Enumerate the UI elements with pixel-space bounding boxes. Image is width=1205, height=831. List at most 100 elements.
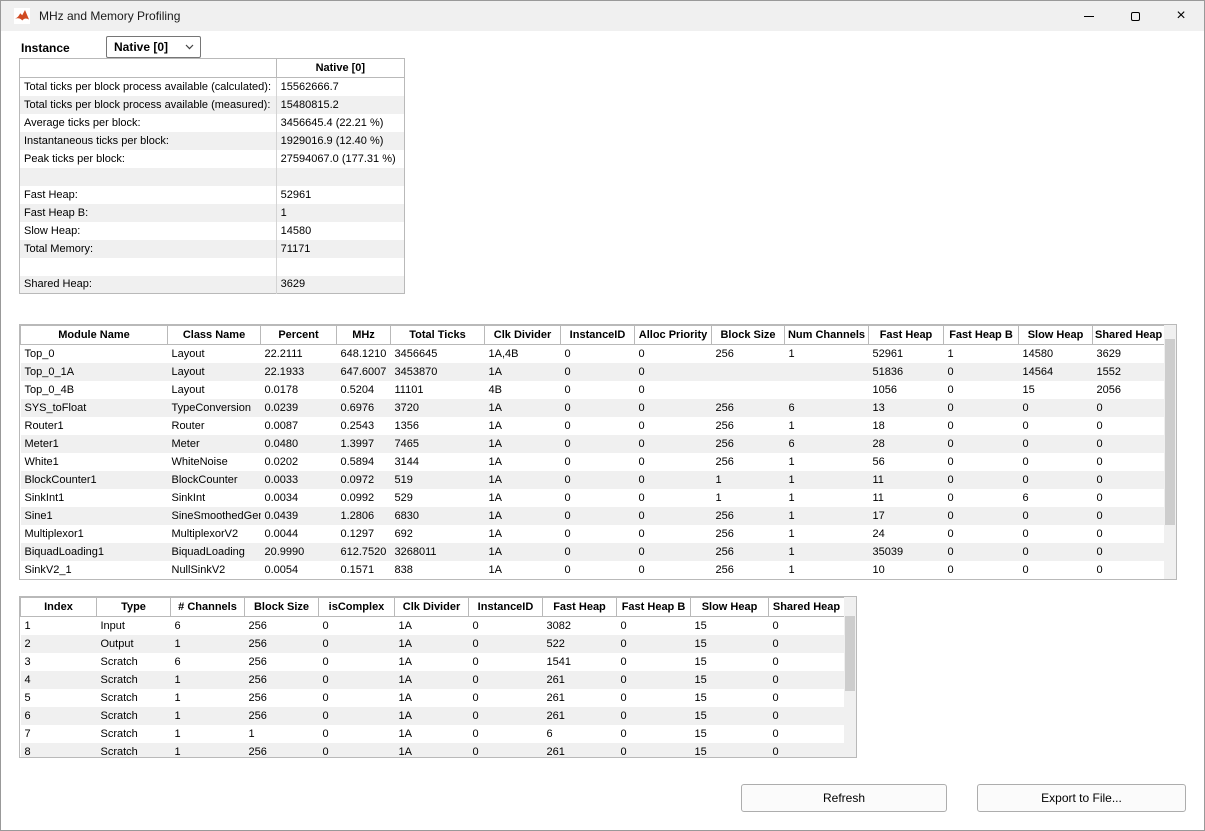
table-row[interactable]: BlockCounter1BlockCounter0.00330.0972519… (21, 471, 1165, 489)
table-cell: 1 (785, 525, 869, 543)
table-cell: 0 (635, 345, 712, 363)
table-cell: Peak ticks per block: (20, 150, 277, 168)
table-cell: 1.3997 (337, 435, 391, 453)
table-cell: 1A (395, 635, 469, 653)
table-cell: 24 (869, 525, 944, 543)
table-row[interactable]: SinkInt1SinkInt0.00340.09925291A00111106… (21, 489, 1165, 507)
table-row[interactable]: 2Output125601A05220150 (21, 635, 845, 653)
table-cell: 0 (617, 635, 691, 653)
table-cell: 0.0034 (261, 489, 337, 507)
table-row[interactable]: 7Scratch1101A060150 (21, 725, 845, 743)
table-cell: 0.2543 (337, 417, 391, 435)
table-cell: 0 (635, 435, 712, 453)
table-row[interactable]: Slow Heap:14580 (20, 222, 405, 240)
table-cell: 0 (319, 671, 395, 689)
table-row[interactable]: Router1Router0.00870.254313561A002561180… (21, 417, 1165, 435)
table-row[interactable]: Meter1Meter0.04801.399774651A00256628000 (21, 435, 1165, 453)
table-cell: 0 (769, 617, 845, 635)
table-cell: 519 (391, 471, 485, 489)
table-cell: 0.0439 (261, 507, 337, 525)
table-cell: 0 (769, 743, 845, 759)
table-row[interactable]: SinkV2_1NullSinkV20.00540.15718381A00256… (21, 561, 1165, 579)
table-cell: Total ticks per block process available … (20, 96, 277, 114)
table-cell (712, 381, 785, 399)
table-cell: 6 (543, 725, 617, 743)
table-cell: 1 (276, 204, 404, 222)
table-cell: 1A (395, 689, 469, 707)
table-cell: 0 (561, 381, 635, 399)
table-cell: Total ticks per block process available … (20, 78, 277, 96)
table-row[interactable]: Fast Heap B:1 (20, 204, 405, 222)
app-window: { "window": { "title": "MHz and Memory P… (0, 0, 1205, 831)
table-cell: 0 (1019, 453, 1093, 471)
table-row[interactable]: 6Scratch125601A02610150 (21, 707, 845, 725)
table-row[interactable]: 4Scratch125601A02610150 (21, 671, 845, 689)
table-cell: 1 (785, 417, 869, 435)
table-row[interactable]: 5Scratch125601A02610150 (21, 689, 845, 707)
table-row[interactable]: 3Scratch625601A015410150 (21, 653, 845, 671)
table-cell: 15 (691, 653, 769, 671)
table-cell: 3 (21, 653, 97, 671)
table-cell: Shared Heap: (20, 276, 277, 294)
table-cell: 0 (1093, 561, 1165, 579)
export-to-file-button[interactable]: Export to File... (977, 784, 1186, 812)
table-cell: 1 (785, 489, 869, 507)
table-row[interactable]: Total Memory:71171 (20, 240, 405, 258)
table-cell: 0 (617, 725, 691, 743)
table-cell: 0.6976 (337, 399, 391, 417)
table-row[interactable] (20, 168, 405, 186)
table-row[interactable]: Total ticks per block process available … (20, 96, 405, 114)
table-row[interactable]: Top_0_1ALayout22.1933647.600734538701A00… (21, 363, 1165, 381)
table-cell: 15480815.2 (276, 96, 404, 114)
table-cell: Layout (168, 363, 261, 381)
module-scrollbar-thumb[interactable] (1165, 339, 1175, 525)
table-cell: 1A (485, 399, 561, 417)
table-cell: 0 (1019, 399, 1093, 417)
buffer-scrollbar-thumb[interactable] (845, 616, 855, 691)
maximize-button[interactable] (1112, 1, 1158, 31)
table-cell: 1A (395, 653, 469, 671)
table-row[interactable]: 8Scratch125601A02610150 (21, 743, 845, 759)
table-cell: 10 (869, 561, 944, 579)
table-row[interactable]: SYS_toFloatTypeConversion0.02390.6976372… (21, 399, 1165, 417)
instance-dropdown[interactable]: Native [0] (106, 36, 201, 58)
table-row[interactable]: Top_0_4BLayout0.01780.5204111014B0010560… (21, 381, 1165, 399)
table-cell: 15 (691, 725, 769, 743)
table-cell: 1A,4B (485, 345, 561, 363)
table-row[interactable]: Sine1SineSmoothedGen0.04391.280668301A00… (21, 507, 1165, 525)
table-cell: 1A (485, 561, 561, 579)
table-row[interactable]: Peak ticks per block:27594067.0 (177.31 … (20, 150, 405, 168)
column-header: isComplex (319, 598, 395, 617)
table-row[interactable]: White1WhiteNoise0.02020.589431441A002561… (21, 453, 1165, 471)
table-cell: 0 (1093, 453, 1165, 471)
refresh-button[interactable]: Refresh (741, 784, 947, 812)
table-row[interactable]: Total ticks per block process available … (20, 78, 405, 96)
minimize-button[interactable] (1066, 1, 1112, 31)
table-cell: 0 (561, 453, 635, 471)
table-row[interactable]: Instantaneous ticks per block:1929016.9 … (20, 132, 405, 150)
table-row[interactable]: Top_0Layout22.2111648.121034566451A,4B00… (21, 345, 1165, 363)
table-cell: Layout (168, 381, 261, 399)
table-row[interactable]: Multiplexor1MultiplexorV20.00440.1297692… (21, 525, 1165, 543)
table-cell: 529 (391, 489, 485, 507)
buffer-table: IndexType# ChannelsBlock SizeisComplexCl… (20, 597, 845, 758)
table-cell: 0 (944, 561, 1019, 579)
table-row[interactable]: 1Input625601A030820150 (21, 617, 845, 635)
table-row[interactable]: BiquadLoading1BiquadLoading20.9990612.75… (21, 543, 1165, 561)
table-row[interactable] (20, 258, 405, 276)
module-table-scrollbar[interactable] (1164, 325, 1176, 579)
table-cell: 13 (869, 399, 944, 417)
table-cell: 15562666.7 (276, 78, 404, 96)
close-button[interactable]: × (1158, 1, 1204, 31)
table-cell: 1A (395, 707, 469, 725)
table-cell: 15 (691, 635, 769, 653)
table-cell: 0 (469, 671, 543, 689)
table-cell: 3268011 (391, 543, 485, 561)
buffer-table-scrollbar[interactable] (844, 597, 856, 757)
table-row[interactable]: Average ticks per block:3456645.4 (22.21… (20, 114, 405, 132)
table-cell: BiquadLoading (168, 543, 261, 561)
table-cell: 6 (1019, 489, 1093, 507)
table-row[interactable]: Fast Heap:52961 (20, 186, 405, 204)
table-cell: 0.0992 (337, 489, 391, 507)
table-row[interactable]: Shared Heap:3629 (20, 276, 405, 294)
